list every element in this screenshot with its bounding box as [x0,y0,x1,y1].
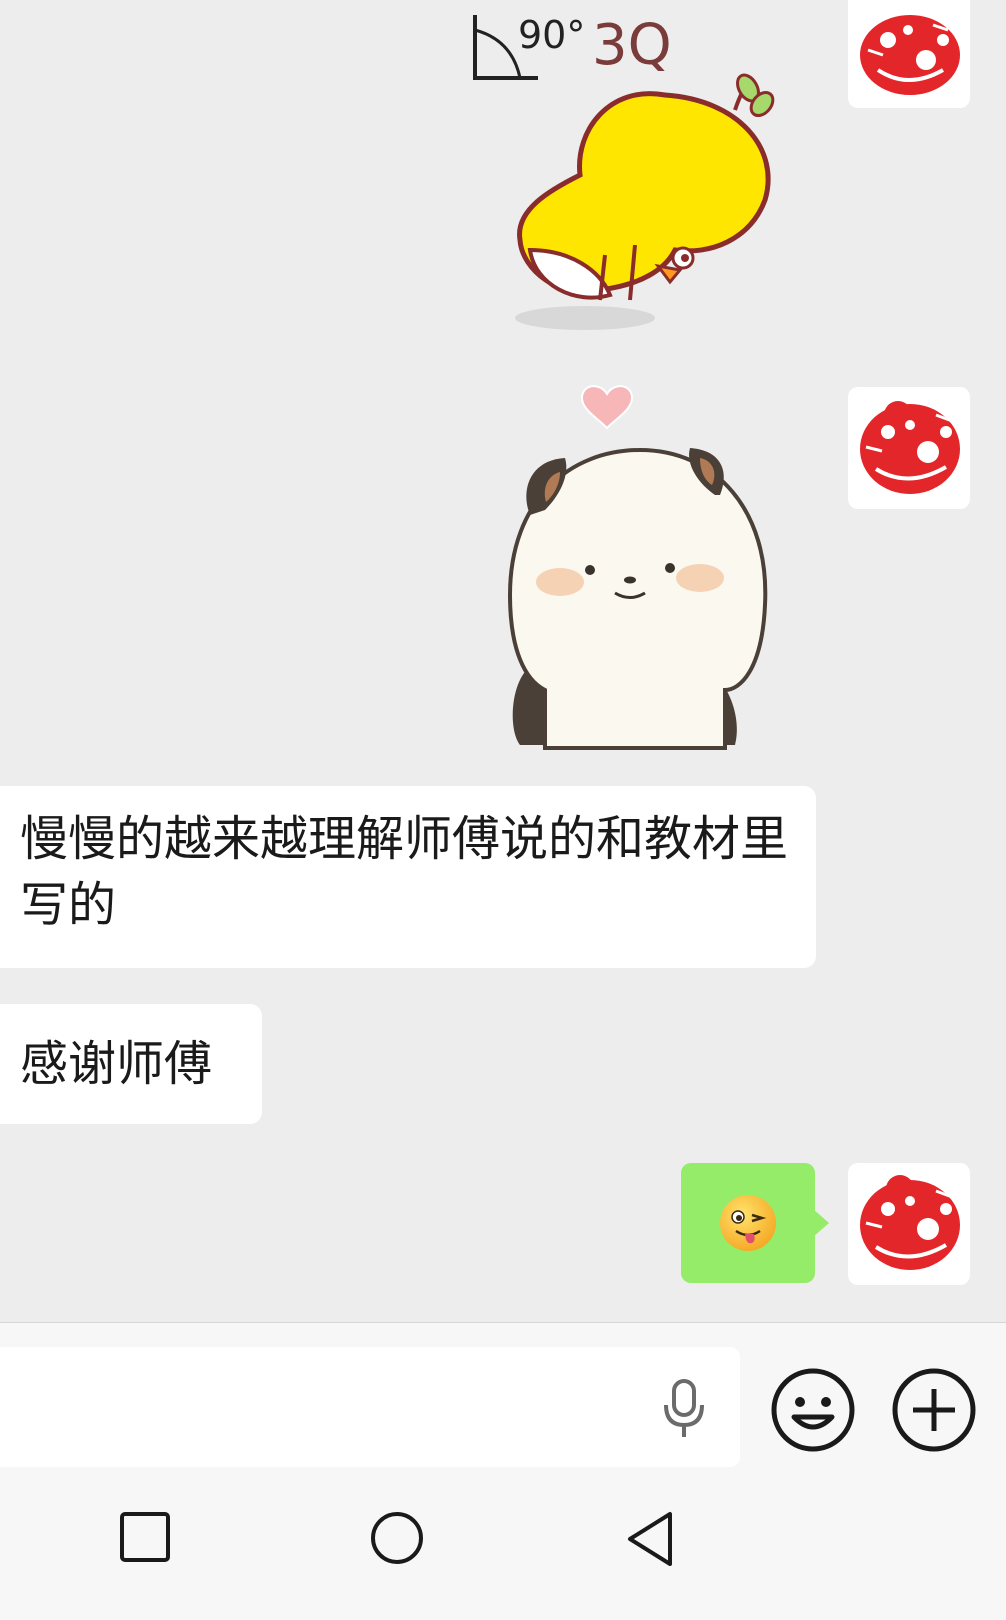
message-text: 慢慢的越来越理解师傅说的和教材里写的 [20,811,789,933]
panda-sticker-image [507,385,768,750]
plus-icon[interactable] [891,1367,977,1453]
sticker-bowing-chick[interactable]: 90° 3Q [460,0,800,340]
message-input[interactable] [0,1347,640,1467]
chat-area: 90° 3Q 慢慢的越来越理解师傅说的和教材里写的 感谢师傅 [0,0,1006,1322]
received-message-bubble[interactable]: 感谢师傅 [0,1004,262,1124]
microphone-icon[interactable] [660,1377,708,1441]
system-navigation-bar [0,1470,1006,1620]
triangle-back-icon[interactable] [624,1510,678,1568]
avatar[interactable] [848,1163,970,1285]
avatar[interactable] [848,0,970,108]
smiley-icon[interactable] [770,1367,856,1453]
papercut-pig-icon [860,1175,960,1270]
sticker-3q-text: 3Q [592,13,672,78]
message-input-bar [0,1322,1006,1470]
message-text: 感谢师傅 [20,1036,213,1092]
papercut-pig-icon [860,401,960,494]
papercut-pig-icon [860,15,960,95]
sticker-angle-text: 90° [518,13,585,57]
message-input-container[interactable] [0,1347,740,1467]
square-icon[interactable] [118,1510,172,1564]
bubble-tail [813,1209,829,1237]
winking-tongue-emoji-icon [720,1195,776,1251]
sticker-panda[interactable] [490,380,780,750]
chick-sticker-image: 90° 3Q [473,13,775,330]
circle-icon[interactable] [369,1510,425,1566]
avatar[interactable] [848,387,970,509]
sent-message-bubble[interactable] [681,1163,829,1283]
received-message-bubble[interactable]: 慢慢的越来越理解师傅说的和教材里写的 [0,786,816,968]
